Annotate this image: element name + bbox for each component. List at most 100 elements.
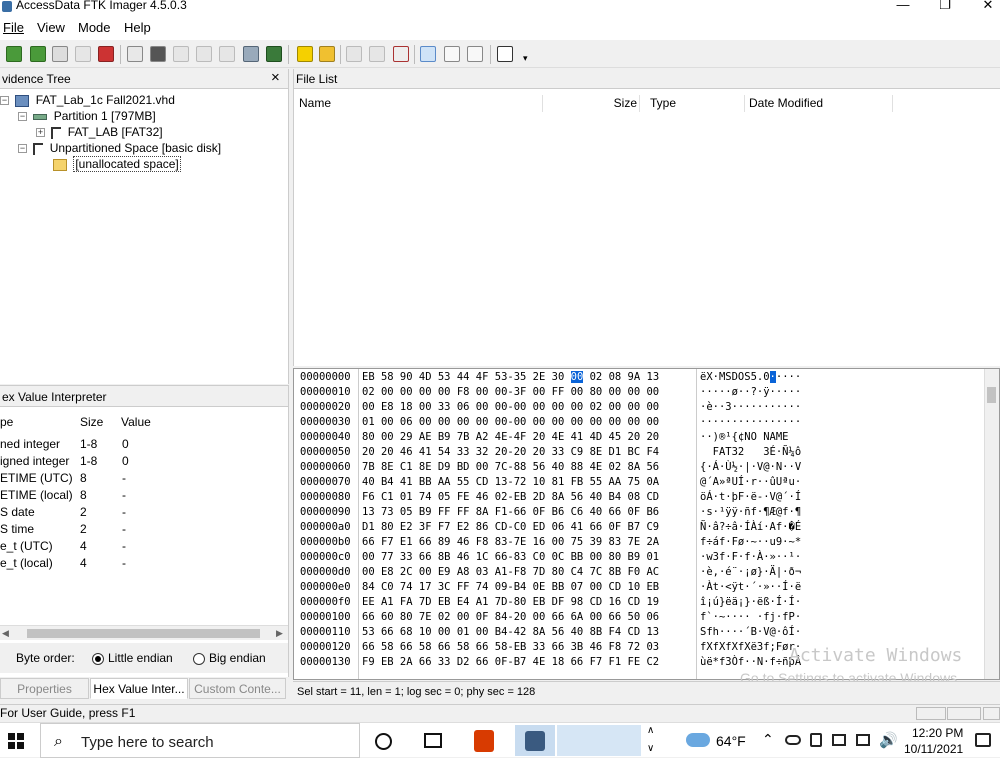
clock-date[interactable]: 10/11/2021	[904, 742, 963, 756]
obtain-protected-files-icon[interactable]	[297, 46, 313, 62]
column-header-date-modified[interactable]: Date Modified	[746, 95, 893, 112]
hex-row[interactable]: 00000000 EB 58 90 4D 53 44 4F 53-35 2E 30…	[300, 370, 801, 385]
cortana-icon[interactable]	[375, 733, 392, 750]
export-directory-listing-icon[interactable]	[393, 46, 409, 62]
tree-item-filesystem[interactable]: + FAT_LAB [FAT32]	[36, 124, 163, 140]
weather-icon[interactable]	[686, 733, 710, 747]
image-mounting-icon[interactable]	[52, 46, 68, 62]
table-row[interactable]: S date 2 -	[0, 505, 289, 522]
menu-file[interactable]: File	[3, 20, 24, 35]
text-view-icon[interactable]	[444, 46, 460, 62]
taskbar-scroll-down-icon[interactable]: ∨	[647, 743, 654, 754]
hex-bytes[interactable]: 00 77 33 66 8B 46 1C 66-83 C0 0C BB 00 8…	[362, 550, 700, 565]
hex-row[interactable]: 000000b0 66 F7 E1 66 89 46 F8 83-7E 16 00…	[300, 535, 801, 550]
hex-row[interactable]: 00000110 53 66 68 10 00 01 00 B4-42 8A 56…	[300, 625, 801, 640]
expand-icon[interactable]: +	[36, 128, 45, 138]
scroll-left-icon[interactable]: ◀	[2, 628, 9, 639]
little-endian-radio[interactable]: Little endian	[92, 643, 173, 673]
menu-view[interactable]: View	[37, 20, 65, 35]
hex-ascii[interactable]: ·Àt·<ÿt·´·»··Í·ë	[700, 580, 801, 595]
tray-icon[interactable]	[810, 733, 822, 747]
tab-hex-value-interpreter[interactable]: Hex Value Inter...	[90, 678, 188, 699]
hex-row[interactable]: 00000010 02 00 00 00 00 F8 00 00-3F 00 FF…	[300, 385, 801, 400]
maximize-button[interactable]: ❐	[935, 0, 955, 13]
hex-ascii[interactable]: ·è,·é¨·¡ø}·Ä|·ð¬	[700, 565, 801, 580]
table-row[interactable]: e_t (UTC) 4 -	[0, 539, 289, 556]
hex-bytes[interactable]: 20 20 46 41 54 33 32 20-20 20 33 C9 8E D…	[362, 445, 700, 460]
network-icon[interactable]	[832, 734, 846, 746]
tray-icon[interactable]	[856, 734, 870, 746]
hex-bytes[interactable]: 66 60 80 7E 02 00 0F 84-20 00 66 6A 00 6…	[362, 610, 700, 625]
column-header-type[interactable]: Type	[642, 95, 745, 112]
hex-bytes[interactable]: 53 66 68 10 00 01 00 B4-42 8A 56 40 8B F…	[362, 625, 700, 640]
table-row[interactable]: ETIME (UTC) 8 -	[0, 471, 289, 488]
collapse-icon[interactable]: −	[18, 144, 27, 154]
weather-temperature[interactable]: 64°F	[716, 733, 746, 749]
hex-ascii[interactable]: ·w3f·F·f·À·»··¹·	[700, 550, 801, 565]
tab-properties[interactable]: Properties	[0, 678, 89, 699]
hex-row[interactable]: 000000c0 00 77 33 66 8B 46 1C 66-83 C0 0C…	[300, 550, 801, 565]
hex-row[interactable]: 00000060 7B 8E C1 8E D9 BD 00 7C-88 56 40…	[300, 460, 801, 475]
toolbar-overflow-icon[interactable]: ▾	[523, 53, 528, 64]
hex-row[interactable]: 00000020 00 E8 18 00 33 06 00 00-00 00 00…	[300, 400, 801, 415]
hex-bytes[interactable]: 13 73 05 B9 FF FF 8A F1-66 0F B6 C6 40 6…	[362, 505, 700, 520]
hex-ascii[interactable]: ùë*f3Òf··N·f÷ñþÂ	[700, 655, 801, 670]
hex-bytes[interactable]: 00 E8 18 00 33 06 00 00-00 00 00 00 02 0…	[362, 400, 700, 415]
hex-ascii[interactable]: f÷áf·Fø·~··u9·~*	[700, 535, 801, 550]
hex-row[interactable]: 00000080 F6 C1 01 74 05 FE 46 02-EB 2D 8A…	[300, 490, 801, 505]
hex-bytes[interactable]: 66 58 66 58 66 58 66 58-EB 33 66 3B 46 F…	[362, 640, 700, 655]
hex-ascii[interactable]: Sfh····´B·V@·ôÍ·	[700, 625, 801, 640]
export-files-icon[interactable]	[346, 46, 362, 62]
hex-bytes[interactable]: 80 00 29 AE B9 7B A2 4E-4F 20 4E 41 4D 4…	[362, 430, 700, 445]
export-disk-image-icon[interactable]	[150, 46, 166, 62]
speaker-icon[interactable]: 🔊	[879, 731, 898, 749]
hex-row[interactable]: 00000030 01 00 06 00 00 00 00 00-00 00 00…	[300, 415, 801, 430]
hex-ascii[interactable]: ·s·¹ÿÿ·ñf·¶Æ@f·¶	[700, 505, 801, 520]
evidence-tree-close-button[interactable]: ×	[271, 69, 280, 87]
notifications-icon[interactable]	[975, 733, 991, 747]
hex-ascii[interactable]: ··)®¹{¢NO NAME	[700, 430, 801, 445]
hex-bytes[interactable]: 01 00 06 00 00 00 00 00-00 00 00 00 00 0…	[362, 415, 700, 430]
ftk-imager-taskbar-icon[interactable]	[515, 725, 555, 756]
hex-bytes[interactable]: 84 C0 74 17 3C FF 74 09-B4 0E BB 07 00 C…	[362, 580, 700, 595]
remove-evidence-icon[interactable]	[75, 46, 91, 62]
capture-memory-icon[interactable]	[266, 46, 282, 62]
decrypt-icon[interactable]	[243, 46, 259, 62]
clock-time[interactable]: 12:20 PM	[912, 726, 963, 740]
hex-row[interactable]: 00000120 66 58 66 58 66 58 66 58-EB 33 66…	[300, 640, 801, 655]
hex-bytes[interactable]: EE A1 FA 7D EB E4 A1 7D-80 EB DF 98 CD 1…	[362, 595, 700, 610]
office-app-icon[interactable]	[474, 730, 494, 752]
hex-bytes[interactable]: 02 00 00 00 00 F8 00 00-3F 00 FF 00 80 0…	[362, 385, 700, 400]
hex-ascii[interactable]: ·è··3···········	[700, 400, 801, 415]
column-header-value[interactable]: Value	[121, 415, 151, 429]
windows-start-icon[interactable]	[8, 733, 24, 749]
menu-mode[interactable]: Mode	[78, 20, 111, 35]
hex-row[interactable]: 000000a0 D1 80 E2 3F F7 E2 86 CD-C0 ED 06…	[300, 520, 801, 535]
column-header-name[interactable]: Name	[294, 95, 543, 112]
hex-row[interactable]: 00000130 F9 EB 2A 66 33 D2 66 0F-B7 4E 18…	[300, 655, 801, 670]
table-row[interactable]: S time 2 -	[0, 522, 289, 539]
column-header-size[interactable]: Size	[544, 95, 640, 112]
hex-row[interactable]: 00000040 80 00 29 AE B9 7B A2 4E-4F 20 4E…	[300, 430, 801, 445]
hex-row[interactable]: 00000050 20 20 46 41 54 33 32 20-20 20 33…	[300, 445, 801, 460]
hex-view-scrollbar[interactable]	[984, 369, 999, 679]
scrollbar-thumb[interactable]	[27, 629, 260, 638]
hex-row[interactable]: 00000090 13 73 05 B9 FF FF 8A F1-66 0F B6…	[300, 505, 801, 520]
hex-view-scrollbar-thumb[interactable]	[987, 387, 996, 403]
menu-help[interactable]: Help	[124, 20, 151, 35]
hex-bytes[interactable]: F9 EB 2A 66 33 D2 66 0F-B7 4E 18 66 F7 F…	[362, 655, 700, 670]
hex-ascii[interactable]: ëX·MSDOS5.0·····	[700, 370, 801, 385]
hex-view-panel[interactable]: 00000000 EB 58 90 4D 53 44 4F 53-35 2E 30…	[293, 368, 1000, 680]
hex-ascii[interactable]: Ñ·â?÷â·ÍÀí·Af·�É	[700, 520, 801, 535]
add-all-evidence-icon[interactable]	[30, 46, 46, 62]
tree-item-vhd[interactable]: − FAT_Lab_1c Fall2021.vhd	[0, 92, 175, 108]
chevron-up-icon[interactable]: ⌃	[762, 731, 774, 748]
minimize-button[interactable]: —	[893, 0, 913, 12]
tab-custom-content[interactable]: Custom Conte...	[189, 678, 286, 699]
create-custom-content-icon[interactable]	[219, 46, 235, 62]
hex-ascii[interactable]: {·Á·Ù½·|·V@·N··V	[700, 460, 801, 475]
hex-ascii[interactable]: öÁ·t·þF·ë-·V@´·Í	[700, 490, 801, 505]
hex-ascii[interactable]: f`·~···· ·fj·fP·	[700, 610, 801, 625]
table-row[interactable]: ETIME (local) 8 -	[0, 488, 289, 505]
collapse-icon[interactable]: −	[18, 112, 27, 122]
